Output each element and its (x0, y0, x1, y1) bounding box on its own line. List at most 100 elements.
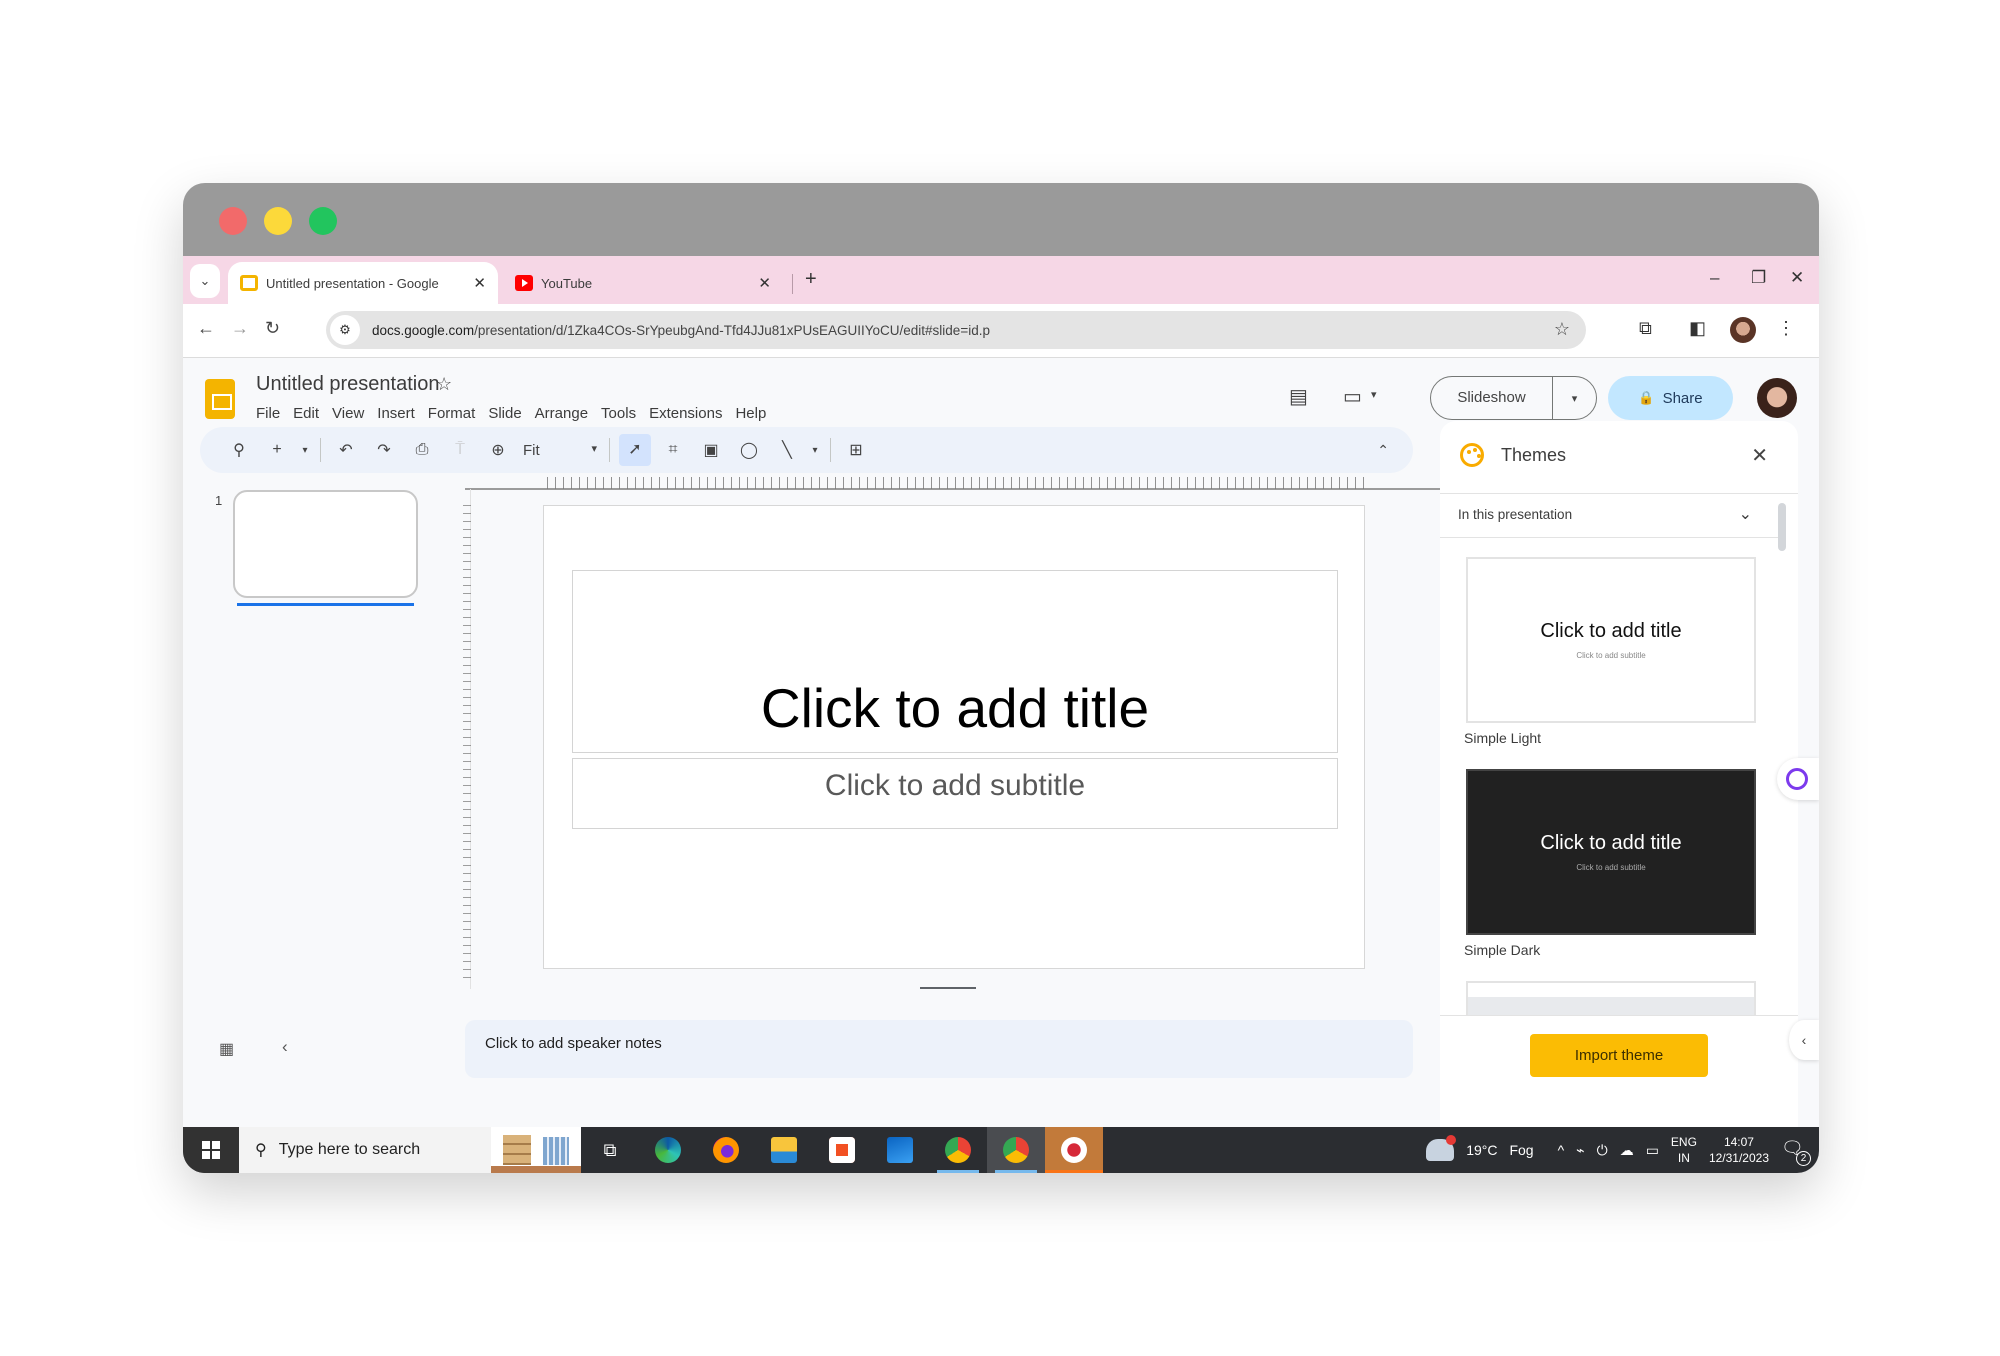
share-button[interactable]: 🔒 Share (1608, 376, 1733, 420)
google-slides-logo[interactable] (205, 379, 235, 419)
menu-tools[interactable]: Tools (601, 405, 636, 422)
forward-icon[interactable]: → (231, 318, 249, 339)
taskbar-mail[interactable] (871, 1127, 929, 1173)
menu-file[interactable]: File (256, 405, 280, 422)
taskbar-recorder[interactable] (1045, 1127, 1103, 1173)
start-button[interactable] (183, 1127, 239, 1173)
theme-card-simple-light[interactable]: Click to add title Click to add subtitle (1466, 557, 1756, 723)
menu-insert[interactable]: Insert (377, 405, 415, 422)
tab-close-icon[interactable]: ✕ (758, 274, 771, 292)
browser-menu-icon[interactable]: ⋮ (1777, 318, 1795, 339)
taskbar-edge[interactable] (639, 1127, 697, 1173)
display-icon[interactable]: ▭ (1646, 1142, 1659, 1159)
extensions-icon[interactable]: ⧉ (1639, 318, 1652, 339)
notes-resize-handle[interactable] (920, 987, 976, 989)
expand-side-panel-button[interactable]: ‹ (1789, 1020, 1819, 1060)
themes-filter-dropdown[interactable]: In this presentation ⌄ (1440, 494, 1780, 538)
taskbar-store[interactable] (813, 1127, 871, 1173)
power-icon[interactable]: ⏻ (1597, 1142, 1608, 1159)
meet-camera-icon[interactable]: ▭ (1343, 384, 1362, 409)
site-info-icon[interactable]: ⚙ (330, 315, 360, 345)
close-window-button[interactable] (219, 207, 247, 235)
title-placeholder[interactable]: Click to add title (572, 570, 1338, 753)
line-icon[interactable]: ╲ (768, 440, 806, 460)
close-button[interactable]: ✕ (1790, 268, 1804, 288)
menu-format[interactable]: Format (428, 405, 476, 422)
slideshow-label[interactable]: Slideshow (1431, 377, 1553, 419)
import-theme-button[interactable]: Import theme (1530, 1034, 1708, 1077)
slideshow-button[interactable]: Slideshow ▾ (1430, 376, 1597, 420)
tab-close-icon[interactable]: ✕ (473, 274, 486, 292)
tab-search-button[interactable]: ⌄ (190, 264, 220, 298)
task-view-button[interactable]: ⧉ (581, 1127, 639, 1173)
show-hidden-icons[interactable]: ^ (1558, 1142, 1565, 1158)
menu-slide[interactable]: Slide (488, 405, 521, 422)
select-cursor-icon[interactable]: ➚ (619, 434, 651, 466)
zoom-select[interactable]: Fit ▾ (517, 442, 603, 459)
comments-icon[interactable]: ▤ (1289, 384, 1308, 409)
star-icon[interactable]: ☆ (436, 374, 452, 395)
assistant-bot-icon[interactable] (1777, 758, 1819, 800)
redo-icon[interactable]: ↷ (365, 440, 403, 460)
bookmark-star-icon[interactable]: ☆ (1554, 319, 1570, 340)
taskbar-firefox[interactable] (697, 1127, 755, 1173)
menu-view[interactable]: View (332, 405, 364, 422)
undo-icon[interactable]: ↶ (327, 440, 365, 460)
onedrive-icon[interactable]: ☁ (1620, 1142, 1634, 1159)
paint-format-icon[interactable]: ⍑ (441, 441, 479, 459)
new-slide-dropdown-icon[interactable]: ▾ (296, 445, 314, 456)
search-highlight-widget[interactable] (491, 1127, 581, 1173)
language-indicator[interactable]: ENG IN (1671, 1134, 1697, 1166)
menu-edit[interactable]: Edit (293, 405, 319, 422)
grid-view-icon[interactable]: ▦ (219, 1039, 234, 1059)
tab-untitled-presentation[interactable]: Untitled presentation - Google ✕ (228, 262, 498, 304)
taskbar-chrome-2[interactable] (987, 1127, 1045, 1173)
network-icon[interactable]: ⌁ (1576, 1142, 1584, 1159)
tab-youtube[interactable]: YouTube ✕ (503, 262, 783, 304)
menu-arrange[interactable]: Arrange (535, 405, 588, 422)
theme-preview-title: Click to add title (1540, 620, 1682, 642)
slideshow-dropdown-icon[interactable]: ▾ (1553, 392, 1596, 405)
shape-icon[interactable]: ◯ (730, 440, 768, 460)
collapse-toolbar-icon[interactable]: ⌃ (1377, 442, 1389, 459)
clock[interactable]: 14:07 12/31/2023 (1709, 1134, 1769, 1166)
meet-dropdown-icon[interactable]: ▾ (1371, 388, 1377, 401)
subtitle-placeholder[interactable]: Click to add subtitle (572, 758, 1338, 829)
minimize-button[interactable]: – (1710, 268, 1719, 288)
profile-avatar[interactable] (1730, 317, 1756, 343)
weather-icon[interactable] (1426, 1135, 1457, 1161)
speaker-notes[interactable]: Click to add speaker notes (465, 1020, 1413, 1078)
slide-thumbnail[interactable] (233, 490, 418, 598)
taskbar-file-explorer[interactable] (755, 1127, 813, 1173)
new-slide-icon[interactable]: + (258, 441, 296, 459)
taskbar-chrome-1[interactable] (929, 1127, 987, 1173)
restore-button[interactable]: ❐ (1751, 268, 1766, 288)
collapse-filmstrip-icon[interactable]: ‹ (282, 1037, 288, 1057)
notification-center-icon[interactable]: 🗨 2 (1781, 1138, 1811, 1166)
text-box-icon[interactable]: ⌗ (654, 441, 692, 459)
line-dropdown-icon[interactable]: ▾ (806, 445, 824, 456)
weather-temp[interactable]: 19°C (1466, 1142, 1497, 1158)
zoom-window-button[interactable] (309, 207, 337, 235)
minimize-window-button[interactable] (264, 207, 292, 235)
new-tab-button[interactable]: + (805, 268, 817, 291)
document-title[interactable]: Untitled presentation (256, 373, 439, 396)
close-icon[interactable]: ✕ (1751, 443, 1768, 468)
search-menus-icon[interactable]: ⚲ (220, 440, 258, 460)
slide-canvas[interactable]: Click to add title Click to add subtitle (543, 505, 1365, 969)
weather-desc[interactable]: Fog (1509, 1142, 1533, 1158)
themes-scrollbar[interactable] (1778, 503, 1786, 551)
menu-help[interactable]: Help (735, 405, 766, 422)
side-panel-icon[interactable]: ◧ (1689, 318, 1706, 339)
address-bar[interactable]: ⚙ docs.google.com /presentation/d/1Zka4C… (326, 311, 1586, 349)
back-icon[interactable]: ← (197, 318, 215, 339)
print-icon[interactable]: ⎙ (403, 441, 441, 459)
account-avatar[interactable] (1757, 378, 1797, 418)
menu-extensions[interactable]: Extensions (649, 405, 722, 422)
theme-card-simple-dark[interactable]: Click to add title Click to add subtitle (1466, 769, 1756, 935)
add-comment-icon[interactable]: ⊞ (837, 440, 875, 460)
taskbar-search[interactable]: ⚲ Type here to search (239, 1127, 491, 1173)
insert-image-icon[interactable]: ▣ (692, 440, 730, 460)
zoom-icon[interactable]: ⊕ (479, 440, 517, 460)
reload-icon[interactable]: ↻ (265, 318, 280, 339)
